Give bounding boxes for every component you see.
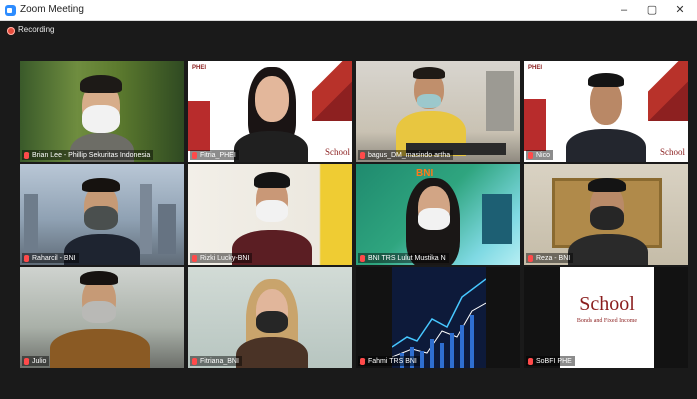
school-logo: School [579, 293, 635, 315]
close-button[interactable]: ✕ [668, 2, 692, 18]
recording-icon [7, 27, 15, 35]
participant-tile[interactable]: School Bonds and Fixed Income SoBFI PHE [524, 267, 688, 368]
participant-name: Reza - BNI [536, 254, 571, 262]
phei-branding-shape [312, 61, 352, 121]
participant-nameplate: BNI TRS Lulut Mustika N [358, 253, 449, 263]
school-logo: School [659, 147, 685, 157]
mic-muted-icon [24, 254, 29, 262]
phei-branding-shape [524, 99, 546, 151]
participant-name: bagus_DM_masindo artha [368, 151, 451, 159]
participant-nameplate: bagus_DM_masindo artha [358, 150, 454, 160]
mic-muted-icon [24, 357, 29, 365]
participant-name: Fitriana_BNI [200, 357, 239, 365]
participant-nameplate: Fahmi TRS BNI [358, 356, 420, 366]
participant-nameplate: Brian Lee - Phillip Sekuritas Indonesia [22, 150, 154, 160]
participant-name: BNI TRS Lulut Mustika N [368, 254, 446, 262]
city-building [24, 194, 38, 254]
participant-name: Brian Lee - Phillip Sekuritas Indonesia [32, 151, 151, 159]
mic-muted-icon [360, 254, 365, 262]
participant-name: Nico [536, 151, 551, 159]
participant-nameplate: Rizki Lucky-BNI [190, 253, 253, 263]
participant-tile[interactable]: Raharcil - BNI [20, 164, 184, 265]
mic-muted-icon [360, 357, 365, 365]
participant-tile[interactable]: Brian Lee - Phillip Sekuritas Indonesia [20, 61, 184, 162]
window-title: Zoom Meeting [20, 4, 84, 15]
phei-branding-shape [648, 61, 688, 121]
participant-nameplate: Raharcil - BNI [22, 253, 79, 263]
participant-tile[interactable]: PHEI School Nico [524, 61, 688, 162]
participant-tile[interactable]: bagus_DM_masindo artha [356, 61, 520, 162]
city-building [158, 204, 176, 254]
participant-tile[interactable]: Reza - BNI [524, 164, 688, 265]
participant-tile-active-speaker[interactable]: PHEI School Fitria_PHEI [188, 61, 352, 162]
participant-nameplate: Fitriana_BNI [190, 356, 242, 366]
participant-tile[interactable]: Julio [20, 267, 184, 368]
participant-tile[interactable]: Fitriana_BNI [188, 267, 352, 368]
phei-logo: PHEI [192, 65, 207, 71]
mic-muted-icon [192, 254, 197, 262]
zoom-app-icon [5, 5, 16, 16]
recording-label: Recording [18, 25, 55, 34]
gallery-view: Brian Lee - Phillip Sekuritas Indonesia … [20, 61, 688, 368]
participant-nameplate: SoBFI PHE [526, 356, 575, 366]
city-building [140, 184, 152, 254]
mic-muted-icon [192, 357, 197, 365]
participant-name: Fahmi TRS BNI [368, 357, 417, 365]
city-building [482, 194, 512, 244]
participant-name: SoBFI PHE [536, 357, 572, 365]
mic-muted-icon [24, 151, 29, 159]
mic-muted-icon [528, 357, 533, 365]
mic-muted-icon [360, 151, 365, 159]
school-logo-subtitle: Bonds and Fixed Income [576, 318, 638, 324]
participant-name: Raharcil - BNI [32, 254, 76, 262]
participant-nameplate: Reza - BNI [526, 253, 574, 263]
participant-name: Julio [32, 357, 47, 365]
window-titlebar: Zoom Meeting – ▢ ✕ [0, 0, 697, 21]
phei-logo: PHEI [528, 65, 543, 71]
minimize-button[interactable]: – [612, 2, 636, 18]
maximize-button[interactable]: ▢ [640, 2, 664, 18]
participant-tile[interactable]: Rizki Lucky-BNI [188, 164, 352, 265]
participant-tile[interactable]: BNI BNI TRS Lulut Mustika N [356, 164, 520, 265]
phei-branding-shape [188, 101, 210, 151]
participant-name: Fitria_PHEI [200, 151, 236, 159]
stock-chart-background [392, 267, 486, 368]
participant-nameplate: Nico [526, 150, 554, 160]
participant-tile[interactable]: Fahmi TRS BNI [356, 267, 520, 368]
mic-muted-icon [528, 151, 533, 159]
participant-name: Rizki Lucky-BNI [200, 254, 250, 262]
school-logo: School [324, 147, 350, 157]
mic-muted-icon [192, 151, 197, 159]
window-blinds [486, 71, 514, 131]
participant-nameplate: Fitria_PHEI [190, 150, 239, 160]
mic-muted-icon [528, 254, 533, 262]
participant-nameplate: Julio [22, 356, 50, 366]
